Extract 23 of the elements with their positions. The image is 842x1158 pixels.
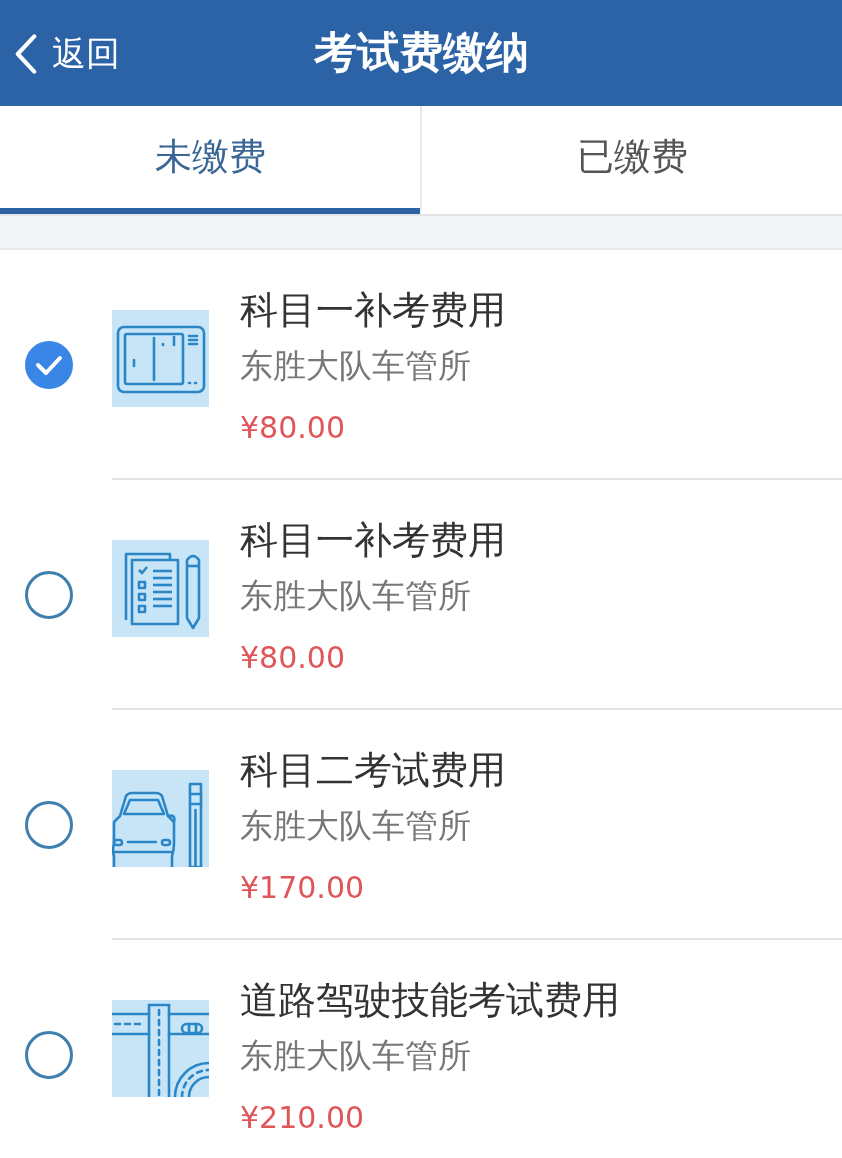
fee-price: ¥170.00 [240, 869, 366, 907]
office-name: 东胜大队车管所 [240, 345, 472, 387]
fee-price: ¥80.00 [240, 639, 346, 677]
radio-icon[interactable] [25, 801, 73, 849]
fee-title: 科目一补考费用 [240, 517, 506, 564]
back-button[interactable]: 返回 [14, 29, 120, 79]
page-title: 考试费缴纳 [313, 26, 529, 79]
fee-title: 道路驾驶技能考试费用 [240, 977, 620, 1024]
car-icon [112, 770, 209, 867]
fee-title: 科目一补考费用 [240, 287, 506, 334]
tablet-icon [112, 310, 209, 407]
fee-title: 科目二考试费用 [240, 747, 506, 794]
radio-icon[interactable] [25, 1031, 73, 1079]
fee-price: ¥210.00 [240, 1099, 366, 1137]
chevron-left-icon [14, 34, 38, 74]
radio-icon[interactable] [25, 571, 73, 619]
road-icon [112, 1000, 209, 1097]
fee-price: ¥80.00 [240, 409, 346, 447]
checklist-icon [112, 540, 209, 637]
office-name: 东胜大队车管所 [240, 805, 472, 847]
checked-radio-icon[interactable] [25, 341, 73, 389]
office-name: 东胜大队车管所 [240, 575, 472, 617]
office-name: 东胜大队车管所 [240, 1035, 472, 1077]
